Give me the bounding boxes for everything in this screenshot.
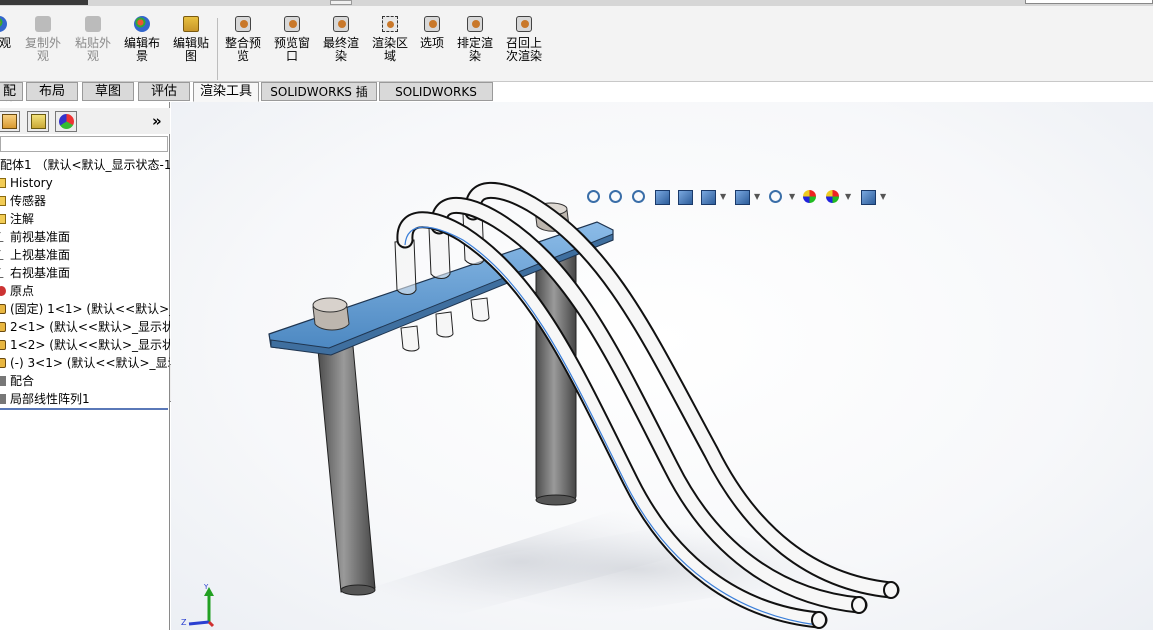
tree-item-part-3-1[interactable]: (-) 3<1> (默认<<默认>_显示 [0, 354, 170, 372]
recall-last-render-button[interactable]: 召回上次渲染 [501, 16, 547, 78]
panel-tabs: » [0, 108, 170, 134]
plane-icon [0, 250, 9, 260]
tab-evaluate[interactable]: 评估 [138, 82, 190, 101]
window-tab[interactable] [330, 0, 352, 5]
paint-icon [0, 16, 7, 32]
render-region-button[interactable]: 渲染区域 [367, 16, 413, 78]
triad-z-label: Z [181, 618, 187, 627]
part-icon [0, 358, 6, 368]
tree-item-part-1-1[interactable]: (固定) 1<1> (默认<<默认>_ [0, 300, 170, 318]
panel-more-button[interactable]: » [152, 112, 162, 130]
copy-appearance-button[interactable]: 复制外观 [20, 16, 66, 78]
tree-item-origin[interactable]: 原点 [0, 282, 170, 300]
part-icon [0, 340, 6, 350]
final-render-button[interactable]: 最终渲染 [318, 16, 364, 78]
tree-item-history[interactable]: History [0, 174, 170, 192]
render-region-icon [382, 16, 398, 32]
part-icon [0, 304, 6, 314]
configuration-manager-tab[interactable] [27, 111, 49, 132]
plane-icon [0, 268, 9, 278]
tree-item-linear-pattern[interactable]: 局部线性阵列1 [0, 390, 170, 408]
display-manager-icon [59, 114, 74, 129]
tree-item-annotations[interactable]: 注解 [0, 210, 170, 228]
display-manager-tab[interactable] [55, 111, 77, 132]
tab-render-tools[interactable]: 渲染工具 [193, 82, 259, 102]
configuration-icon [31, 114, 46, 129]
front-support-post [317, 345, 376, 596]
part-icon [0, 322, 6, 332]
options-icon [424, 16, 440, 32]
recall-render-icon [516, 16, 532, 32]
appearance-button[interactable]: 外观 [0, 16, 22, 78]
annotation-folder-icon [0, 214, 6, 224]
tree-filter-input[interactable] [0, 136, 168, 152]
decal-icon [183, 16, 199, 32]
scene-icon [134, 16, 150, 32]
tree-item-front-plane[interactable]: 前视基准面 [0, 228, 170, 246]
preview-window-icon [284, 16, 300, 32]
history-folder-icon [0, 178, 6, 188]
pattern-icon [0, 394, 6, 404]
tree-item-sensors[interactable]: 传感器 [0, 192, 170, 210]
ribbon-separator [217, 18, 218, 80]
tree-item-right-plane[interactable]: 右视基准面 [0, 264, 170, 282]
paste-appearance-icon [85, 16, 101, 32]
integrated-preview-icon [235, 16, 251, 32]
tree-root-assembly[interactable]: 配体1 （默认<默认_显示状态-1 [0, 156, 170, 174]
feature-tree: 配体1 （默认<默认_显示状态-1 History 传感器 注解 前视基准面 上… [0, 156, 170, 408]
integrated-preview-button[interactable]: 整合预览 [220, 16, 266, 78]
tab-sketch[interactable]: 草图 [82, 82, 134, 101]
copy-appearance-icon [35, 16, 51, 32]
tab-layout[interactable]: 布局 [26, 82, 78, 101]
origin-icon [0, 286, 6, 296]
triad-y-label: Y [203, 583, 209, 591]
command-manager-ribbon: 外观 复制外观 粘贴外观 编辑布景 编辑贴图 整合预览 预览窗口 最终渲染 渲染… [0, 6, 1153, 82]
tab-assembly[interactable]: 配体 [0, 82, 23, 117]
tree-item-mates[interactable]: 配合 [0, 372, 170, 390]
preview-window-button[interactable]: 预览窗口 [269, 16, 315, 78]
search-box[interactable] [1025, 0, 1153, 4]
paste-appearance-button[interactable]: 粘贴外观 [70, 16, 116, 78]
tree-item-top-plane[interactable]: 上视基准面 [0, 246, 170, 264]
property-manager-tab[interactable] [0, 111, 20, 132]
app-logo-strip [0, 0, 88, 5]
sensor-folder-icon [0, 196, 6, 206]
tab-solidworks-mbd[interactable]: SOLIDWORKS MBD [379, 82, 493, 117]
final-render-icon [333, 16, 349, 32]
floor-shadow [311, 502, 871, 622]
edit-decal-button[interactable]: 编辑贴图 [168, 16, 214, 78]
schedule-render-icon [467, 16, 483, 32]
rollback-bar[interactable] [0, 408, 168, 410]
coordinate-triad [188, 587, 215, 628]
graphics-area[interactable]: ▼ ▼ ▼ ▼ ▼ Y Z [171, 102, 1153, 630]
feature-manager-panel: » 配体1 （默认<默认_显示状态-1 History 传感器 注解 前视基准面… [0, 102, 177, 630]
schedule-render-button[interactable]: 排定渲染 [452, 16, 498, 78]
options-button[interactable]: 选项 [409, 16, 455, 78]
3d-model-render: Y Z [181, 181, 900, 629]
tree-item-part-1-2[interactable]: 1<2> (默认<<默认>_显示状 [0, 336, 170, 354]
mate-icon [0, 376, 6, 386]
tab-solidworks-addins[interactable]: SOLIDWORKS 插件 [261, 82, 377, 117]
plane-icon [0, 232, 9, 242]
command-tabs: 配体 布局 草图 评估 渲染工具 SOLIDWORKS 插件 SOLIDWORK… [0, 82, 1153, 117]
edit-scene-button[interactable]: 编辑布景 [119, 16, 165, 78]
tree-item-part-2-1[interactable]: 2<1> (默认<<默认>_显示状 [0, 318, 170, 336]
property-manager-icon [2, 114, 17, 129]
